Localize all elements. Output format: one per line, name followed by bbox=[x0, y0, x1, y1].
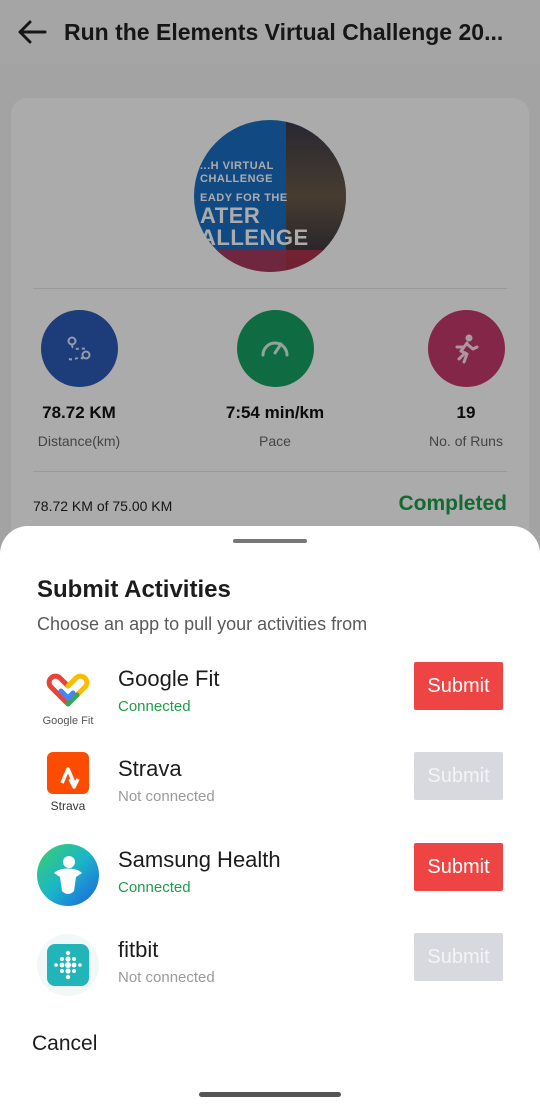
app-name: fitbit bbox=[118, 937, 159, 962]
connection-status: Connected bbox=[118, 698, 191, 715]
cancel-button[interactable]: Cancel bbox=[32, 1032, 97, 1056]
samsung-health-logo-icon bbox=[36, 843, 100, 907]
connection-status: Not connected bbox=[118, 969, 215, 986]
connection-status: Connected bbox=[118, 879, 191, 896]
strava-logo-caption: Strava bbox=[51, 799, 86, 813]
submit-samsung-health-button[interactable]: Submit bbox=[414, 843, 503, 891]
google-fit-logo-icon: Google Fit bbox=[36, 662, 100, 727]
app-row-strava: Strava Strava Not connected Submit bbox=[0, 752, 540, 822]
home-indicator[interactable] bbox=[199, 1092, 341, 1097]
fitbit-logo-icon bbox=[36, 933, 100, 997]
app-name: Strava bbox=[118, 756, 182, 781]
sheet-subtitle: Choose an app to pull your activities fr… bbox=[37, 614, 368, 634]
app-row-google-fit: Google Fit Google Fit Connected Submit bbox=[0, 662, 540, 732]
submit-strava-button[interactable]: Submit bbox=[414, 752, 503, 800]
app-name: Samsung Health bbox=[118, 847, 281, 872]
strava-logo-icon: Strava bbox=[36, 752, 100, 816]
submit-activities-sheet: Submit Activities Choose an app to pull … bbox=[0, 526, 540, 1111]
submit-fitbit-button[interactable]: Submit bbox=[414, 933, 503, 981]
app-row-samsung-health: Samsung Health Connected Submit bbox=[0, 843, 540, 913]
connection-status: Not connected bbox=[118, 788, 215, 805]
drag-handle[interactable] bbox=[233, 539, 307, 543]
app-name: Google Fit bbox=[118, 666, 220, 691]
google-fit-logo-caption: Google Fit bbox=[43, 715, 94, 726]
submit-google-fit-button[interactable]: Submit bbox=[414, 662, 503, 710]
app-row-fitbit: fitbit Not connected Submit bbox=[0, 933, 540, 1003]
sheet-title: Submit Activities bbox=[37, 576, 231, 603]
